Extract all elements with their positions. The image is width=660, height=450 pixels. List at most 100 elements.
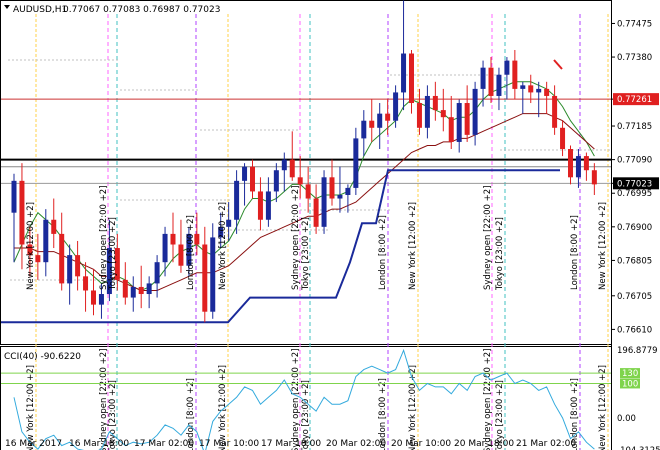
candle-body [257,191,263,220]
candle-body [146,283,152,295]
candle-body [122,279,128,298]
tokyo-label: Tokyo [23:00 +2] [108,217,118,291]
chart-header: AUDUSD,H1 0.77067 0.77083 0.76987 0.7702… [4,5,220,15]
cci-axis-label: 0.00 [617,414,636,424]
chart-window[interactable]: New York [12:00 +2] New York [12:00 +2] Ne… [0,0,660,450]
candle-body [504,60,510,75]
candle-body [544,88,550,96]
new-york-label: New York [12:00 +2] [26,365,36,450]
candle-body [409,53,414,104]
time-label: 20 Mar 02:00 [326,439,386,449]
london-label: London [8:00 +2] [378,215,388,290]
candle-body [448,117,454,142]
cci-level-label: 100 [622,379,638,389]
candle-body [305,184,311,199]
candle-body [75,255,81,277]
sydney-label: Sydney open [22:00 +2] [483,349,493,450]
time-label: 17 Mar 10:00 [199,439,259,449]
candle-body [480,67,486,89]
cci-level-label: 130 [622,369,638,379]
tokyo-label: Tokyo [23:00 +2] [495,217,505,291]
candle-body [43,219,49,263]
time-label: 20 Mar 10:00 [391,439,451,449]
time-label: 16 Mar 2017 [5,439,62,449]
candle-body [83,276,89,291]
price-label: 0.77090 [617,156,652,166]
candle-body [289,159,295,178]
candle-body [337,194,343,199]
marker-price-label: 0.77261 [617,95,652,105]
price-axis: 0.77475 0.77380 0.77261 0.77185 0.77090 0.770… [611,19,659,335]
candle-body [512,60,518,89]
price-label: 0.76995 [617,189,652,199]
candle-body [575,156,581,178]
new-york-label: New York [12:00 +2] [218,202,228,290]
time-label: 17 Mar 18:00 [261,439,321,449]
sydney-label: Sydney open [22:00 +2] [291,186,301,290]
candle-body [138,286,144,295]
candle-body [377,113,383,128]
time-label: 21 Mar 02:00 [516,439,576,449]
candle-body [210,237,216,312]
candle-body [11,180,17,213]
sydney-label: Sydney open [22:00 +2] [291,349,301,450]
candle-body [162,233,168,263]
candle-body [59,233,65,284]
candle-body [568,149,573,178]
candle-body [234,180,240,220]
candle-body [456,103,462,142]
london-label: London [8:00 +2] [186,215,196,290]
candle-body [130,286,136,298]
time-label: 16 Mar 18:00 [69,439,129,449]
price-label: 0.76805 [617,256,652,266]
price-label: 0.76900 [617,223,652,233]
candle-body [353,138,359,188]
candle-body [393,92,399,121]
candle-body [19,180,25,245]
candle-body [273,170,279,192]
candle-body [98,294,104,305]
candle-body [369,120,375,128]
candle-body [170,233,176,245]
price-label: 0.77185 [617,122,652,132]
new-york-label: New York [12:00 +2] [598,202,608,290]
candle-body [401,53,407,93]
candle-body [385,113,391,121]
new-york-label: New York [12:00 +2] [408,365,418,450]
candle [321,170,327,234]
candle-body [472,88,478,135]
candle-body [242,166,248,181]
candle-body [329,177,335,199]
candle-body [552,95,558,128]
candle-body [91,290,96,305]
candle-body [432,95,438,111]
new-york-label: New York [12:00 +2] [26,202,36,290]
candle-body [265,191,271,220]
symbol-label: AUDUSD,H1 [13,5,67,15]
time-axis: 16 Mar 2017 16 Mar 18:00 17 Mar 02:00 17 Ma… [5,439,576,449]
candle-body [591,170,597,185]
candle-body [250,166,255,192]
cci-axis-label: 196.8779 [617,346,658,356]
cci-axis: 196.8779 130100 0.00 -104.3125 [617,346,660,450]
price-label: 0.76610 [617,325,652,335]
sydney-label: Sydney open [22:00 +2] [483,186,493,290]
candle-body [528,85,534,93]
ohlc-values: 0.77067 0.77083 0.76987 0.77023 [63,5,220,15]
cci-label: CCI(40) -90.6220 [4,352,81,362]
candle [210,223,216,319]
candle-body [281,159,287,171]
price-label: 0.76705 [617,292,652,302]
candle-body [560,127,566,150]
candle-body [67,255,73,284]
price-label: 0.77475 [617,19,652,29]
candle-body [440,110,446,118]
candle-body [496,74,502,96]
candle-body [488,67,494,96]
london-label: London [8:00 +2] [570,215,580,290]
candle-body [313,198,319,227]
candle-body [416,103,422,128]
candle-body [345,187,351,195]
candle-body [424,95,430,128]
candle-body [361,120,367,139]
